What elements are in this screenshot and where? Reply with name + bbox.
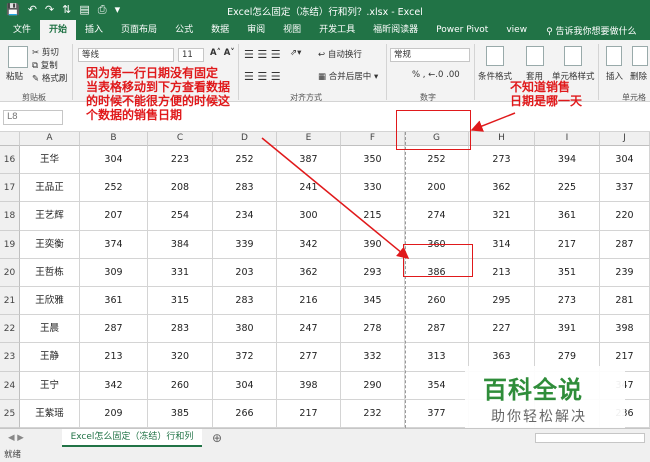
- watermark-brand: 百科全说: [483, 376, 583, 404]
- arrow-to-cell: [261, 137, 410, 259]
- status-text: 就绪: [4, 450, 22, 460]
- add-sheet-icon[interactable]: ⊕: [212, 431, 222, 445]
- arrow-to-header: [470, 112, 516, 132]
- watermark-logo: 百科全说 助你轻松解决: [465, 366, 625, 428]
- sheet-tab-active[interactable]: Excel怎么固定（冻结）行和列: [62, 429, 202, 447]
- status-bar: 就绪: [0, 448, 650, 462]
- sheet-tab-bar: ◀ ▶ Excel怎么固定（冻结）行和列 ⊕: [0, 428, 650, 448]
- watermark-slogan: 助你轻松解决: [491, 409, 587, 425]
- scroll-tabs-icon[interactable]: ◀ ▶: [8, 433, 24, 443]
- horizontal-scrollbar[interactable]: [535, 433, 645, 443]
